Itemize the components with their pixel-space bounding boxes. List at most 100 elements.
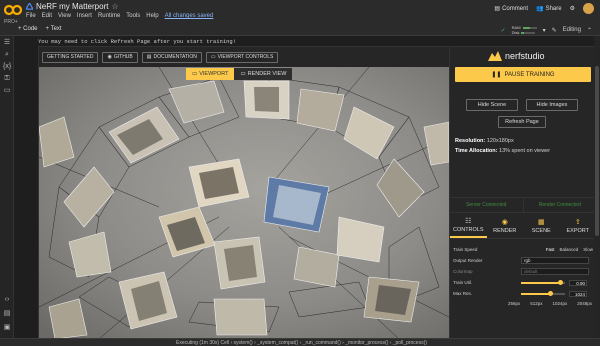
ram-bar xyxy=(522,26,537,29)
menu-file[interactable]: File xyxy=(26,13,36,19)
toolbar-right: ✓ RAM Disk ▾ ✎ Editing ⌃ xyxy=(501,25,592,35)
train-speed-balanced[interactable]: Balanced xyxy=(559,247,578,252)
tab-export[interactable]: ⇪ EXPORT xyxy=(560,213,597,238)
train-util-value[interactable]: 0.90 xyxy=(569,279,587,286)
menu-runtime[interactable]: Runtime xyxy=(98,13,120,19)
chevron-down-icon[interactable]: ▾ xyxy=(543,27,546,34)
pause-training-button[interactable]: ❚❚ PAUSE TRAINING xyxy=(455,67,591,82)
menu-icon[interactable]: ☰ xyxy=(3,39,11,47)
tab-render[interactable]: ◉ RENDER xyxy=(487,213,524,238)
max-res-row: Max Res. 1024 xyxy=(453,289,593,298)
github-icon: ◉ xyxy=(107,54,112,60)
output-render-label: Output Render xyxy=(453,258,483,263)
tab-viewport-label: VIEWPORT xyxy=(199,71,229,77)
comment-button[interactable]: ▤ Comment xyxy=(494,5,529,13)
hide-scene-button[interactable]: Hide Scene xyxy=(466,99,518,111)
tab-render-view-label: RENDER VIEW xyxy=(247,71,287,77)
viewport-controls-button[interactable]: ▭ VIEWPORT CONTROLS xyxy=(205,51,279,63)
menu-edit[interactable]: Edit xyxy=(42,13,52,19)
comment-label: Comment xyxy=(502,5,529,12)
search-icon[interactable]: ⌕ xyxy=(3,51,11,59)
scrollbar-thumb[interactable] xyxy=(595,66,599,236)
tick-1024: 1024px xyxy=(552,301,568,306)
key-icon[interactable]: ⚿ xyxy=(3,75,11,83)
editing-label[interactable]: Editing xyxy=(563,27,581,33)
tab-export-label: EXPORT xyxy=(566,227,589,234)
refresh-page-label: Refresh Page xyxy=(505,119,539,125)
chevron-up-icon[interactable]: ⌃ xyxy=(587,27,592,34)
status-bar: Executing (1m 30s) Cell › system() › _sy… xyxy=(0,338,600,346)
nerfstudio-viewer: GETTING STARTED ◉ GITHUB ▤ DOCUMENTATION… xyxy=(38,46,597,339)
colormap-select[interactable]: default xyxy=(521,268,589,275)
nerfstudio-logo: nerfstudio xyxy=(488,51,545,61)
tick-2048: 2048px xyxy=(577,301,592,306)
github-button[interactable]: ◉ GITHUB xyxy=(102,51,138,63)
ram-bar-fill xyxy=(522,26,531,29)
train-util-handle[interactable] xyxy=(558,279,564,285)
viewport-controls-label: VIEWPORT CONTROLS xyxy=(217,54,274,60)
train-speed-fast[interactable]: Fast xyxy=(546,247,555,252)
pause-icon: ❚❚ xyxy=(491,72,502,78)
menu-insert[interactable]: Insert xyxy=(77,13,92,19)
code-snippets-icon[interactable]: {x} xyxy=(3,63,11,71)
console-icon[interactable]: ▣ xyxy=(3,324,11,332)
refresh-page-button[interactable]: Refresh Page xyxy=(498,116,546,128)
colormap-row: Colormap default xyxy=(453,267,593,276)
connection-status: Server Connected Render Connected xyxy=(450,197,596,213)
menu-tools[interactable]: Tools xyxy=(126,13,140,19)
tab-scene[interactable]: ▦ SCENE xyxy=(523,213,560,238)
share-button[interactable]: 👥 Share xyxy=(536,5,562,13)
time-allocation-info: Time Allocation: 13% spent on viewer xyxy=(455,148,550,154)
header-actions: ▤ Comment 👥 Share ⚙ xyxy=(494,3,594,14)
viewer-topbar: GETTING STARTED ◉ GITHUB ▤ DOCUMENTATION… xyxy=(39,47,449,67)
menu-view[interactable]: View xyxy=(58,13,71,19)
documentation-button[interactable]: ▤ DOCUMENTATION xyxy=(141,51,202,63)
check-icon: ✓ xyxy=(500,27,506,34)
notebook-toolbar: + Code + Text ✓ RAM Disk ▾ ✎ Editing ⌃ xyxy=(0,24,600,36)
code-icon[interactable]: ‹› xyxy=(3,296,11,304)
tab-render-view[interactable]: ▭ RENDER VIEW xyxy=(234,68,293,80)
train-speed-slow[interactable]: Slow xyxy=(583,247,593,252)
train-speed-label: Train Speed xyxy=(453,247,478,252)
getting-started-button[interactable]: GETTING STARTED xyxy=(42,51,99,63)
max-res-value[interactable]: 1024 xyxy=(569,290,587,297)
pencil-icon: ✎ xyxy=(551,27,557,34)
control-panel: nerfstudio ❚❚ PAUSE TRAINING Hide Scene … xyxy=(449,47,597,339)
train-util-fill xyxy=(521,281,561,284)
colab-logo[interactable] xyxy=(4,3,22,17)
terminal-icon[interactable]: ▤ xyxy=(3,310,11,318)
hide-scene-label: Hide Scene xyxy=(477,102,507,108)
add-code-button[interactable]: + Code xyxy=(18,26,38,32)
gear-icon[interactable]: ⚙ xyxy=(570,5,575,12)
output-cell: You may need to click Refresh Page after… xyxy=(16,36,597,339)
max-res-slider[interactable] xyxy=(521,290,565,296)
notebook-title[interactable]: NeRF my Matterport xyxy=(36,2,108,11)
hide-images-button[interactable]: Hide Images xyxy=(526,99,578,111)
grid-icon: ▦ xyxy=(537,218,545,226)
disk-row: Disk xyxy=(512,30,537,35)
nerfstudio-logo-icon xyxy=(488,51,502,61)
train-util-slider[interactable] xyxy=(521,279,565,285)
tab-viewport[interactable]: ▭ VIEWPORT xyxy=(186,68,235,80)
train-util-label: Train Util. xyxy=(453,280,473,285)
add-text-button[interactable]: + Text xyxy=(46,26,62,32)
notebook-scrollbar[interactable] xyxy=(594,36,600,338)
star-icon[interactable]: ☆ xyxy=(111,2,118,11)
tab-controls[interactable]: ☷ CONTROLS xyxy=(450,213,487,238)
monitor-icon: ▭ xyxy=(210,54,216,60)
max-res-ticks: 256px 512px 1024px 2048px xyxy=(508,301,592,306)
resource-indicator[interactable]: RAM Disk xyxy=(512,25,537,35)
time-allocation-label: Time Allocation: xyxy=(455,148,498,154)
disk-label: Disk xyxy=(511,30,520,35)
train-speed-row: Train Speed Fast Balanced Slow xyxy=(453,245,593,254)
camera-icon: ◉ xyxy=(501,218,508,226)
saved-status[interactable]: All changes saved xyxy=(165,13,214,19)
menu-help[interactable]: Help xyxy=(146,13,158,19)
output-render-select[interactable]: rgb xyxy=(521,257,589,264)
folder-icon[interactable]: ▭ xyxy=(3,87,11,95)
disk-bar xyxy=(521,31,536,34)
avatar[interactable] xyxy=(583,3,594,14)
max-res-handle[interactable] xyxy=(547,290,553,296)
render-status: Render Connected xyxy=(522,198,597,212)
viewport-canvas[interactable]: ▭ VIEWPORT ▭ RENDER VIEW xyxy=(39,67,449,339)
